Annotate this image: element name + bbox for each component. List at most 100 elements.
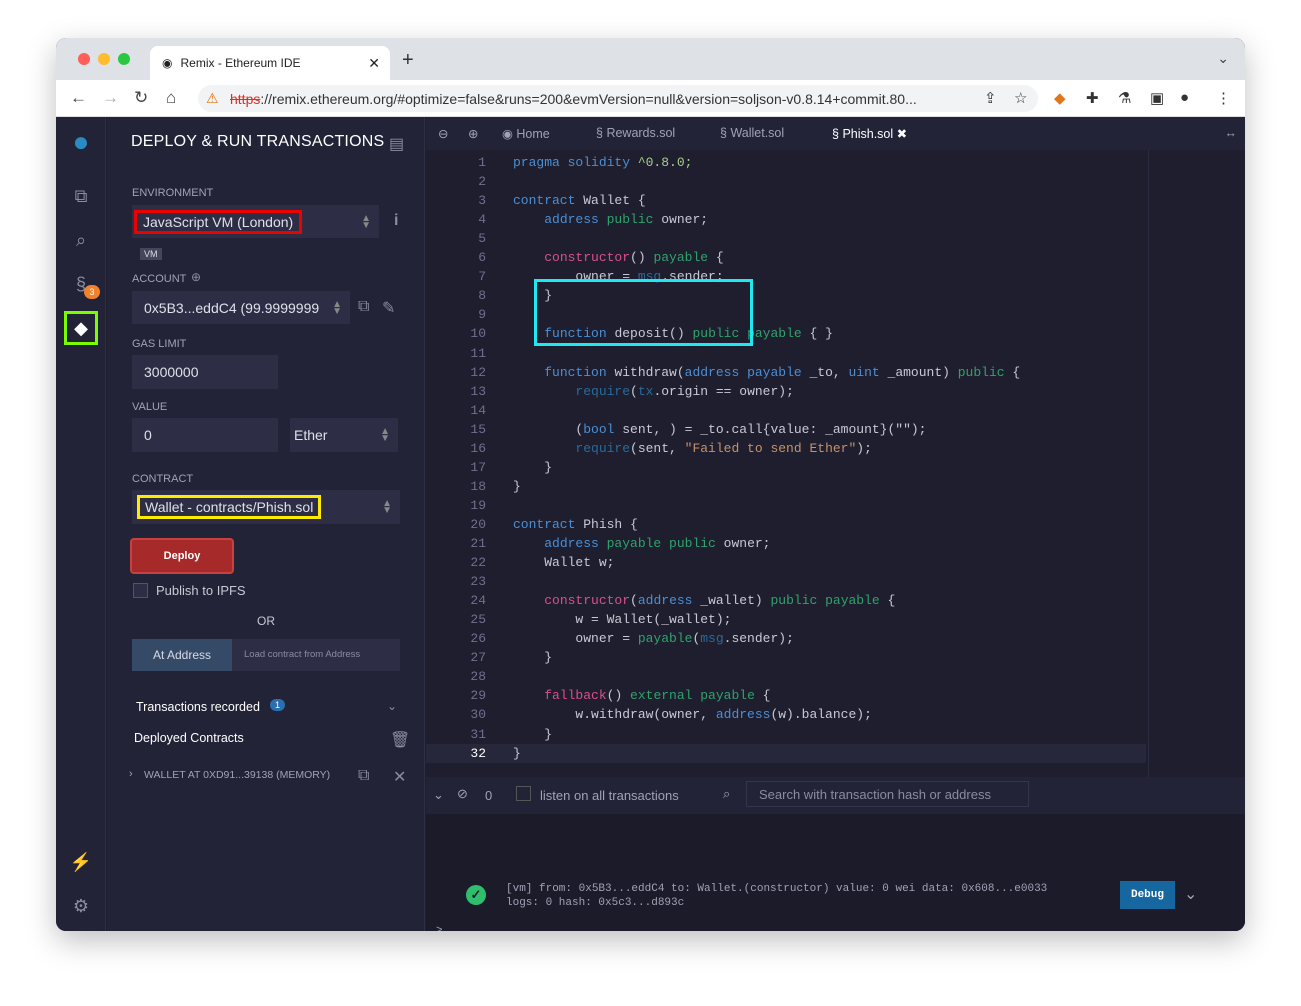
plugin-manager-icon[interactable]: ⚡ xyxy=(68,849,94,875)
gas-limit-label: GAS LIMIT xyxy=(132,338,187,350)
code-token: address xyxy=(637,593,693,609)
line-number: 11 xyxy=(470,345,486,361)
debug-button[interactable]: Debug xyxy=(1120,881,1175,909)
code-token: address xyxy=(544,212,599,228)
add-account-icon[interactable]: ⊕ xyxy=(191,270,201,284)
browser-tab[interactable]: ◉ Remix - Ethereum IDE ✕ xyxy=(150,46,390,80)
line-number: 15 xyxy=(470,421,486,437)
code-token: } xyxy=(513,478,521,494)
lab-icon[interactable]: ⚗ xyxy=(1118,89,1131,107)
close-window-button[interactable] xyxy=(78,53,90,65)
line-number: 25 xyxy=(470,612,486,628)
code-line: address payable public owner; xyxy=(513,536,770,551)
contract-select[interactable]: Wallet - contracts/Phish.sol ▲ ▼ xyxy=(132,490,400,524)
line-number: 22 xyxy=(470,555,486,571)
code-token: Phish { xyxy=(575,516,638,532)
code-line: function withdraw(address payable _to, u… xyxy=(513,365,1020,380)
maximize-window-button[interactable] xyxy=(118,53,130,65)
publish-ipfs-checkbox[interactable] xyxy=(133,583,148,598)
editor-tabs: ⊖ ⊕ ◉ Home § Rewards.sol § Wallet.sol § … xyxy=(426,117,1245,150)
code-token: public xyxy=(957,364,1005,380)
menu-icon[interactable]: ⋮ xyxy=(1216,89,1231,107)
tab-search-chevron-icon[interactable]: ⌄ xyxy=(1217,50,1229,67)
collapse-terminal-icon[interactable]: ⌄ xyxy=(433,787,444,803)
settings-gear-icon[interactable]: ⚙ xyxy=(68,893,94,919)
deployed-instance[interactable]: WALLET AT 0XD91...39138 (MEMORY) xyxy=(144,769,330,781)
copy-account-icon[interactable]: ⧉ xyxy=(358,298,369,316)
transaction-log[interactable]: [vm] from: 0x5B3...eddC4 to: Wallet.(con… xyxy=(506,882,1047,910)
clear-console-icon[interactable]: ⊘ xyxy=(457,786,468,802)
search-icon[interactable]: ⌕ xyxy=(68,227,94,253)
unit-select[interactable]: Ether ▲ ▼ xyxy=(290,418,398,452)
expand-icon[interactable]: ↔ xyxy=(1225,126,1238,140)
transactions-recorded-label[interactable]: Transactions recorded xyxy=(136,700,260,714)
environment-select[interactable]: JavaScript VM (London) ▲ ▼ xyxy=(132,205,379,238)
current-line-highlight xyxy=(426,743,1146,763)
trash-icon[interactable]: 🗑 xyxy=(390,730,410,750)
share-icon[interactable]: ⇪ xyxy=(984,89,997,107)
code-token: () xyxy=(606,688,631,704)
zoom-out-icon[interactable]: ⊖ xyxy=(438,126,448,141)
transactions-count-badge: 1 xyxy=(270,699,286,711)
code-editor[interactable]: 1 pragma solidity ^0.8.0; 2 3 contract Walle… xyxy=(426,150,1146,777)
line-number: 18 xyxy=(470,478,486,494)
profile-avatar[interactable]: ● xyxy=(1180,89,1189,106)
code-line: } xyxy=(513,746,521,761)
copy-address-icon[interactable]: ⧉ xyxy=(358,767,369,785)
account-value: 0x5B3...eddC4 (99.9999999 xyxy=(144,299,320,316)
listen-checkbox[interactable] xyxy=(516,786,531,801)
solidity-compiler-icon[interactable]: § 3 xyxy=(68,271,100,299)
code-token: { xyxy=(754,688,771,704)
icon-panel: ● ⧉ ⌕ § 3 ◆ ⚡ ⚙ xyxy=(56,117,106,931)
value-input[interactable]: 0 xyxy=(132,418,278,452)
remix-logo-icon[interactable]: ● xyxy=(64,128,98,163)
back-icon[interactable]: ← xyxy=(70,88,87,108)
deploy-button[interactable]: Deploy xyxy=(130,538,234,574)
code-token: { xyxy=(879,593,896,609)
success-check-icon: ✓ xyxy=(466,885,486,905)
solidity-file-icon: § xyxy=(720,126,731,140)
tx-line-2: logs: 0 hash: 0x5c3...d893c xyxy=(506,897,685,909)
file-explorer-icon[interactable]: ⧉ xyxy=(68,183,94,209)
remove-instance-icon[interactable]: ✕ xyxy=(393,767,406,787)
console-prompt[interactable]: > xyxy=(436,924,442,931)
at-address-button[interactable]: At Address xyxy=(132,639,232,671)
info-icon[interactable]: i xyxy=(394,212,398,230)
minimap[interactable] xyxy=(1148,150,1238,777)
url-input[interactable]: ⚠ https://remix.ethereum.org/#optimize=fa… xyxy=(198,85,1038,112)
extensions-icon[interactable]: ✚ xyxy=(1086,89,1099,107)
account-select[interactable]: 0x5B3...eddC4 (99.9999999 ▲ ▼ xyxy=(132,291,350,324)
tab-phish[interactable]: § Phish.sol ✖ xyxy=(832,126,907,141)
new-tab-button[interactable]: + xyxy=(402,49,414,72)
line-number: 30 xyxy=(470,707,486,723)
tab-rewards[interactable]: § Rewards.sol xyxy=(596,126,675,140)
tab-wallet[interactable]: § Wallet.sol xyxy=(720,126,784,140)
deploy-run-icon[interactable]: ◆ xyxy=(64,311,98,345)
bookmark-star-icon[interactable]: ☆ xyxy=(1014,89,1027,107)
code-line: require(sent, "Failed to send Ether"); xyxy=(513,441,871,456)
metamask-icon[interactable]: ◆ xyxy=(1054,89,1066,107)
home-icon[interactable]: ⌂ xyxy=(166,88,176,108)
close-tab-icon[interactable]: ✖ xyxy=(897,127,907,141)
zoom-in-icon[interactable]: ⊕ xyxy=(468,126,478,141)
chevron-right-icon[interactable]: › xyxy=(129,768,133,780)
transaction-search-input[interactable]: Search with transaction hash or address xyxy=(746,781,1029,807)
reload-icon[interactable]: ↻ xyxy=(134,88,148,108)
tab-home[interactable]: ◉ Home xyxy=(502,126,550,141)
documentation-icon[interactable]: ▤ xyxy=(389,134,404,154)
tab-label: Wallet.sol xyxy=(730,126,785,140)
close-tab-icon[interactable]: ✕ xyxy=(368,55,380,72)
sidebar-icon[interactable]: ▣ xyxy=(1150,89,1164,107)
edit-account-icon[interactable]: ✎ xyxy=(382,298,395,318)
load-address-input[interactable]: Load contract from Address xyxy=(232,639,400,671)
expand-tx-chevron-icon[interactable]: ⌄ xyxy=(1184,884,1197,904)
line-number: 19 xyxy=(470,497,486,513)
environment-value: JavaScript VM (London) xyxy=(134,209,303,234)
code-token: { xyxy=(708,250,724,266)
minimize-window-button[interactable] xyxy=(98,53,110,65)
code-token: payable public xyxy=(598,536,716,551)
forward-icon[interactable]: → xyxy=(102,88,119,108)
gas-limit-input[interactable]: 3000000 xyxy=(132,355,278,389)
chevron-down-icon[interactable]: ⌄ xyxy=(387,699,397,713)
